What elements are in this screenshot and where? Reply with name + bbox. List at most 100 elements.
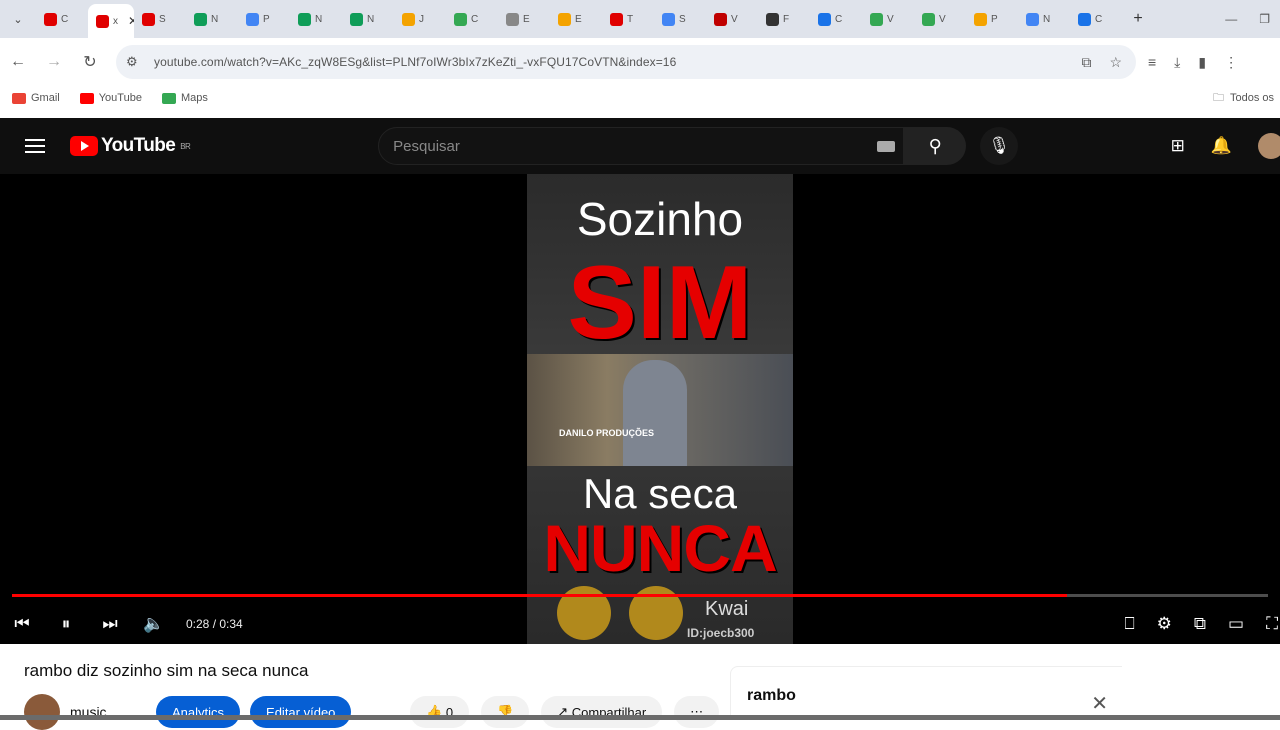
channel-avatar[interactable] bbox=[24, 694, 60, 730]
tab-favicon-icon bbox=[870, 12, 883, 26]
channel-row: music ... Analytics Editar vídeo bbox=[24, 694, 352, 730]
browser-tab[interactable]: E bbox=[498, 4, 550, 34]
previous-icon[interactable]: ⏮ bbox=[0, 614, 44, 634]
browser-tab[interactable]: V bbox=[706, 4, 758, 34]
analytics-button[interactable]: Analytics bbox=[156, 696, 241, 728]
video-frame[interactable]: Sozinho SIM DANILO PRODUÇÕES Na seca NUN… bbox=[527, 174, 793, 644]
back-icon[interactable]: ← bbox=[0, 44, 36, 80]
youtube-play-icon bbox=[70, 136, 98, 156]
browser-tab[interactable]: E bbox=[550, 4, 602, 34]
reload-icon[interactable]: ↻ bbox=[72, 44, 108, 80]
menu-icon[interactable]: ⋮ bbox=[1224, 54, 1238, 71]
tab-title: N bbox=[315, 13, 323, 25]
bookmark-maps[interactable]: Maps bbox=[161, 92, 208, 104]
bookmark-label: Gmail bbox=[31, 92, 60, 104]
more-actions-icon[interactable]: ⋯ bbox=[674, 696, 720, 728]
browser-tab[interactable]: P bbox=[966, 4, 1018, 34]
progress-bar[interactable] bbox=[12, 594, 1268, 597]
browser-tab[interactable]: S bbox=[134, 4, 186, 34]
keyboard-icon[interactable] bbox=[877, 140, 896, 152]
browser-tab[interactable]: F bbox=[758, 4, 810, 34]
like-button[interactable]: 👍 0 bbox=[410, 696, 470, 728]
search-query-chip[interactable]: rambo bbox=[747, 687, 796, 705]
next-icon[interactable]: ⏭ bbox=[88, 614, 132, 634]
tab-favicon-icon bbox=[974, 12, 987, 26]
browser-tab[interactable]: N bbox=[290, 4, 342, 34]
search-input[interactable]: Pesquisar bbox=[378, 127, 905, 165]
search-placeholder: Pesquisar bbox=[393, 137, 460, 155]
youtube-logo[interactable]: YouTube BR bbox=[70, 135, 191, 157]
video-caption-sozinho: Sozinho bbox=[576, 193, 744, 245]
tab-favicon-icon bbox=[766, 12, 779, 26]
browser-tab[interactable]: S bbox=[654, 4, 706, 34]
browser-tab[interactable]: N bbox=[342, 4, 394, 34]
player-controls: ⏮ ⏸ ⏭ 🔈 0:28 / 0:34 ⎕ ⚙ ⧉ ▭ ⛶ bbox=[0, 604, 1280, 644]
browser-tab[interactable]: T bbox=[602, 4, 654, 34]
miniplayer-icon[interactable]: ⧉ bbox=[1194, 614, 1206, 634]
bookmark-star-icon[interactable]: ☆ bbox=[1109, 54, 1122, 71]
dislike-button[interactable]: 👎 bbox=[481, 696, 530, 728]
site-info-icon[interactable]: ⚙ bbox=[126, 54, 148, 70]
tab-title: V bbox=[887, 13, 894, 25]
logo-text: YouTube bbox=[101, 135, 176, 156]
tab-title: S bbox=[679, 13, 686, 25]
browser-tab[interactable]: C bbox=[446, 4, 498, 34]
maximize-icon[interactable]: ❐ bbox=[1259, 12, 1270, 26]
browser-tab[interactable]: N bbox=[186, 4, 238, 34]
video-actions: 👍 0 👎 ↗ Compartilhar ⋯ bbox=[410, 696, 720, 728]
theater-mode-icon[interactable]: ▭ bbox=[1228, 614, 1244, 634]
tab-favicon-icon bbox=[1078, 12, 1091, 26]
create-video-icon[interactable]: ⊞ bbox=[1171, 136, 1185, 156]
new-tab-button[interactable]: + bbox=[1122, 10, 1154, 28]
bookmark-youtube[interactable]: YouTube bbox=[79, 92, 142, 104]
search-icon: ⚲ bbox=[928, 135, 942, 156]
tab-title: T bbox=[627, 13, 634, 25]
browser-tab[interactable]: C bbox=[810, 4, 862, 34]
pause-icon[interactable]: ⏸ bbox=[44, 614, 88, 634]
browser-tab[interactable]: V bbox=[914, 4, 966, 34]
fullscreen-icon[interactable]: ⛶ bbox=[1266, 614, 1278, 634]
subtitles-icon[interactable]: ⎕ bbox=[1124, 614, 1134, 634]
install-app-icon[interactable]: ⧉ bbox=[1081, 54, 1091, 71]
download-icon[interactable]: ⤓ bbox=[1174, 54, 1180, 71]
voice-search-button[interactable]: 🎙 bbox=[980, 127, 1019, 165]
tab-title: E bbox=[523, 13, 530, 25]
settings-gear-icon[interactable]: ⚙ bbox=[1157, 614, 1172, 634]
minimize-icon[interactable]: — bbox=[1225, 12, 1237, 26]
tab-search-icon[interactable]: ⌄ bbox=[0, 0, 36, 38]
close-icon[interactable]: ✕ bbox=[1091, 691, 1108, 716]
address-bar[interactable]: ⚙ youtube.com/watch?v=AKc_zqW8ESg&list=P… bbox=[116, 45, 1136, 79]
bookmark-label: Maps bbox=[180, 92, 208, 104]
bookmark-gmail[interactable]: Gmail bbox=[12, 92, 60, 104]
browser-tab[interactable]: P bbox=[238, 4, 290, 34]
volume-icon[interactable]: 🔈 bbox=[132, 614, 176, 634]
tab-title: J bbox=[419, 13, 424, 25]
youtube-header: YouTube BR Pesquisar ⚲ 🎙 ⊞ 🔔 bbox=[0, 118, 1280, 174]
share-button[interactable]: ↗ Compartilhar bbox=[541, 696, 663, 728]
tab-favicon-icon bbox=[44, 12, 57, 26]
browser-tab[interactable]: C bbox=[36, 4, 88, 34]
search-button[interactable]: ⚲ bbox=[904, 127, 967, 165]
browser-tab[interactable]: C bbox=[1070, 4, 1122, 34]
browser-tab[interactable]: N bbox=[1018, 4, 1070, 34]
avatar[interactable] bbox=[1258, 133, 1280, 159]
url-text[interactable]: youtube.com/watch?v=AKc_zqW8ESg&list=PLN… bbox=[154, 55, 676, 69]
browser-tab[interactable]: J bbox=[394, 4, 446, 34]
tab-favicon-icon bbox=[610, 12, 623, 26]
browser-tab[interactable]: V bbox=[862, 4, 914, 34]
video-stamp: DANILO PRODUÇÕES bbox=[559, 428, 655, 438]
folder-icon: 🗀 bbox=[1212, 91, 1224, 104]
horizontal-scrollbar[interactable] bbox=[0, 715, 1280, 720]
video-player[interactable]: Sozinho SIM DANILO PRODUÇÕES Na seca NUN… bbox=[0, 174, 1280, 644]
edit-video-button[interactable]: Editar vídeo bbox=[250, 696, 352, 728]
browser-tab[interactable]: x ✕ bbox=[88, 4, 134, 38]
forward-icon[interactable]: → bbox=[36, 44, 72, 80]
watch-metadata: rambo diz sozinho sim na seca nunca musi… bbox=[0, 644, 1280, 730]
notifications-bell-icon[interactable]: 🔔 bbox=[1211, 136, 1232, 156]
hamburger-menu-icon[interactable] bbox=[0, 135, 70, 157]
all-bookmarks[interactable]: 🗀 Todos os bbox=[1213, 89, 1280, 108]
reading-list-icon[interactable]: ≡ bbox=[1148, 54, 1156, 71]
tab-title: C bbox=[61, 13, 69, 25]
tab-title: C bbox=[835, 13, 843, 25]
side-panel-icon[interactable]: ▮ bbox=[1198, 54, 1206, 71]
